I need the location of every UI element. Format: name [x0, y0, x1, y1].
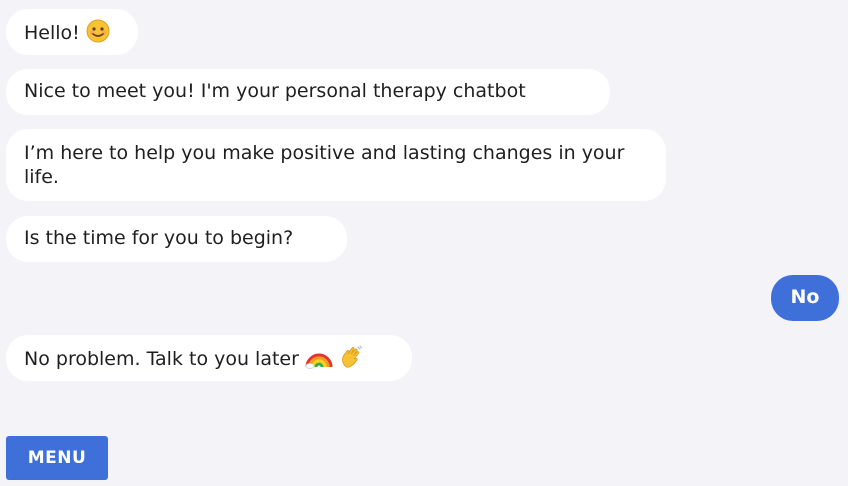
user-message: No	[771, 275, 839, 321]
rainbow-icon	[305, 345, 333, 375]
bot-message-text: Nice to meet you! I'm your personal ther…	[24, 80, 526, 102]
bot-message: Is the time for you to begin?	[6, 216, 347, 262]
waving-hand-icon	[339, 345, 363, 375]
bot-message: Nice to meet you! I'm your personal ther…	[6, 69, 610, 115]
bot-message-text: Is the time for you to begin?	[24, 227, 294, 249]
menu-button[interactable]: MENU	[6, 436, 108, 480]
bot-message-text: Hello!	[24, 22, 80, 44]
bot-message: No problem. Talk to you later	[6, 335, 412, 381]
smiling-face-icon	[86, 19, 110, 49]
menu-button-label: MENU	[27, 448, 87, 468]
bot-message: Hello!	[6, 9, 138, 55]
bot-message: I’m here to help you make positive and l…	[6, 129, 666, 201]
user-message-text: No	[790, 286, 820, 308]
bot-message-text: No problem. Talk to you later	[24, 348, 299, 370]
chat-window: Hello! Nice to meet you! I'm your person…	[0, 0, 848, 486]
bot-message-text: I’m here to help you make positive and l…	[24, 142, 625, 188]
